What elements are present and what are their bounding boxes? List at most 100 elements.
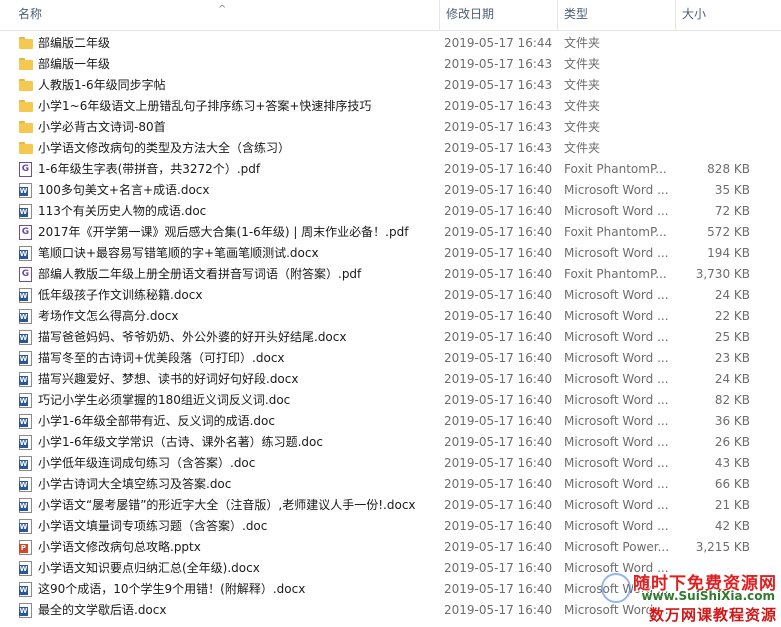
word-document-icon: W <box>19 351 32 366</box>
file-type: Microsoft Word ... <box>564 372 669 386</box>
file-date: 2019-05-17 16:43 <box>444 78 553 92</box>
column-date-label: 修改日期 <box>446 7 495 21</box>
column-header-date[interactable]: 修改日期 <box>440 0 558 30</box>
file-row[interactable]: W 113个有关历史人物的成语.doc 2019-05-17 16:40 Micros… <box>0 201 781 222</box>
file-date: 2019-05-17 16:40 <box>444 498 553 512</box>
file-date: 2019-05-17 16:40 <box>444 162 553 176</box>
file-date: 2019-05-17 16:40 <box>444 393 553 407</box>
file-name: 113个有关历史人物的成语.doc <box>38 204 207 218</box>
file-icon-cell: W <box>18 579 34 600</box>
column-header-type[interactable]: 类型 <box>558 0 676 30</box>
folder-icon <box>18 99 34 114</box>
file-type: 文件夹 <box>564 78 601 92</box>
pdf-document-icon: G <box>19 225 32 240</box>
column-name-label: 名称 <box>18 7 43 21</box>
file-size <box>680 33 750 54</box>
file-date: 2019-05-17 16:40 <box>444 204 553 218</box>
file-date: 2019-05-17 16:40 <box>444 246 553 260</box>
file-row[interactable]: 小学1~6年级语文上册错乱句子排序练习+答案+快速排序技巧 2019-05-17 … <box>0 96 781 117</box>
file-row[interactable]: W 描写冬至的古诗词+优美段落（可打印）.docx 2019-05-17 16:40… <box>0 348 781 369</box>
file-size <box>680 117 750 138</box>
file-type: Microsoft Word ... <box>564 183 669 197</box>
file-row[interactable]: G 部编人教版二年级上册全册语文看拼音写词语（附答案）.pdf 2019-05-17… <box>0 264 781 285</box>
file-date: 2019-05-17 16:40 <box>444 414 553 428</box>
file-type: Foxit PhantomP... <box>564 162 667 176</box>
file-name: 这90个成语，10个学生9个用错！(附解释）.docx <box>38 582 306 596</box>
word-document-icon: W <box>19 372 32 387</box>
file-row[interactable]: W 小学语文“屡考屡错”的形近字大全（注音版）,老师建议人手一份!.docx 201… <box>0 495 781 516</box>
file-size <box>680 138 750 159</box>
file-row[interactable]: 部编版一年级 2019-05-17 16:43 文件夹 <box>0 54 781 75</box>
file-size <box>680 600 750 621</box>
file-row[interactable]: W 巧记小学生必须掌握的180组近义词反义词.doc 2019-05-17 16:4… <box>0 390 781 411</box>
file-row[interactable]: W 小学语文填量词专项练习题（含答案）.doc 2019-05-17 16:40 Mi… <box>0 516 781 537</box>
folder-icon <box>18 120 34 135</box>
file-row[interactable]: W 描写兴趣爱好、梦想、读书的好词好句好段.docx 2019-05-17 16:4… <box>0 369 781 390</box>
file-row[interactable]: W 笔顺口诀+最容易写错笔顺的字+笔画笔顺测试.docx 2019-05-17 16… <box>0 243 781 264</box>
file-date: 2019-05-17 16:40 <box>444 519 553 533</box>
file-name: 部编人教版二年级上册全册语文看拼音写词语（附答案）.pdf <box>38 267 362 281</box>
file-name: 描写冬至的古诗词+优美段落（可打印）.docx <box>38 351 285 365</box>
file-row[interactable]: G 1-6年级生字表(带拼音，共3272个）.pdf 2019-05-17 16:4… <box>0 159 781 180</box>
file-name: 100多句美文+名言+成语.docx <box>38 183 210 197</box>
file-row[interactable]: W 小学1-6年级全部带有近、反义词的成语.doc 2019-05-17 16:40… <box>0 411 781 432</box>
file-size: 26 KB <box>714 435 750 449</box>
word-document-icon: W <box>19 435 32 450</box>
file-row[interactable]: P 小学语文修改病句总攻略.pptx 2019-05-17 16:40 Microso… <box>0 537 781 558</box>
file-name: 小学语文填量词专项练习题（含答案）.doc <box>38 519 268 533</box>
file-row[interactable]: 人教版1-6年级同步字帖 2019-05-17 16:43 文件夹 <box>0 75 781 96</box>
file-row[interactable]: W 小学低年级连词成句练习（含答案）.doc 2019-05-17 16:40 Mic… <box>0 453 781 474</box>
file-size: 22 KB <box>714 309 750 323</box>
file-name: 小学1~6年级语文上册错乱句子排序练习+答案+快速排序技巧 <box>38 99 372 113</box>
file-row[interactable]: W 考场作文怎么得高分.docx 2019-05-17 16:40 Microsoft… <box>0 306 781 327</box>
file-row[interactable]: W 这90个成语，10个学生9个用错！(附解释）.docx 2019-05-17 1… <box>0 579 781 600</box>
file-type: Microsoft Power... <box>564 540 670 554</box>
file-row[interactable]: G 2017年《开学第一课》观后感大合集(1-6年级) | 周末作业必备！.pdf… <box>0 222 781 243</box>
file-name: 小学1-6年级文学常识（古诗、课外名著）练习题.doc <box>38 435 323 449</box>
file-type: 文件夹 <box>564 36 601 50</box>
file-icon-cell: W <box>18 348 34 369</box>
file-row[interactable]: W 描写爸爸妈妈、爷爷奶奶、外公外婆的好开头好结尾.docx 2019-05-17 … <box>0 327 781 348</box>
file-icon-cell <box>18 54 34 75</box>
file-type: Microsoft Word ... <box>564 498 669 512</box>
file-size: 43 KB <box>714 456 750 470</box>
word-document-icon: W <box>19 561 32 576</box>
file-date: 2019-05-17 16:43 <box>444 120 553 134</box>
word-document-icon: W <box>19 477 32 492</box>
file-row[interactable]: W 低年级孩子作文训练秘籍.docx 2019-05-17 16:40 Microso… <box>0 285 781 306</box>
file-icon-cell: W <box>18 558 34 579</box>
file-date: 2019-05-17 16:40 <box>444 435 553 449</box>
column-header-size[interactable]: 大小 <box>676 0 781 30</box>
file-date: 2019-05-17 16:40 <box>444 330 553 344</box>
file-date: 2019-05-17 16:40 <box>444 477 553 491</box>
file-row[interactable]: W 最全的文学歇后语.docx 2019-05-17 16:40 Microsoft … <box>0 600 781 621</box>
file-name: 部编版二年级 <box>38 36 111 50</box>
file-type: Microsoft Word ... <box>564 204 669 218</box>
file-row[interactable]: W 100多句美文+名言+成语.docx 2019-05-17 16:40 Micro… <box>0 180 781 201</box>
file-row[interactable]: W 小学语文知识要点归纳汇总(全年级).docx 2019-05-17 16:40 M… <box>0 558 781 579</box>
file-name: 小学低年级连词成句练习（含答案）.doc <box>38 456 256 470</box>
file-type: Foxit PhantomP... <box>564 225 667 239</box>
file-icon-cell: W <box>18 369 34 390</box>
folder-icon <box>18 141 34 156</box>
file-row[interactable]: W 小学1-6年级文学常识（古诗、课外名著）练习题.doc 2019-05-17 1… <box>0 432 781 453</box>
file-name: 小学语文修改病句的类型及方法大全（含练习） <box>38 141 291 155</box>
word-document-icon: W <box>19 519 32 534</box>
file-row[interactable]: 小学必背古文诗词-80首 2019-05-17 16:43 文件夹 <box>0 117 781 138</box>
file-size: 72 KB <box>714 204 750 218</box>
file-size: 23 KB <box>714 351 750 365</box>
file-icon-cell: W <box>18 180 34 201</box>
file-icon-cell: W <box>18 390 34 411</box>
folder-icon <box>18 57 34 72</box>
column-header-name[interactable]: 名称 ^ <box>0 0 440 30</box>
file-row[interactable]: W 小学古诗词大全填空练习及答案.doc 2019-05-17 16:40 Micro… <box>0 474 781 495</box>
file-size: 82 KB <box>714 393 750 407</box>
file-date: 2019-05-17 16:40 <box>444 309 553 323</box>
file-icon-cell: W <box>18 285 34 306</box>
file-icon-cell <box>18 138 34 159</box>
file-type: Microsoft Word ... <box>564 603 669 617</box>
file-type: 文件夹 <box>564 99 601 113</box>
file-row[interactable]: 部编版二年级 2019-05-17 16:44 文件夹 <box>0 33 781 54</box>
file-icon-cell <box>18 96 34 117</box>
file-row[interactable]: 小学语文修改病句的类型及方法大全（含练习） 2019-05-17 16:43 文件夹 <box>0 138 781 159</box>
